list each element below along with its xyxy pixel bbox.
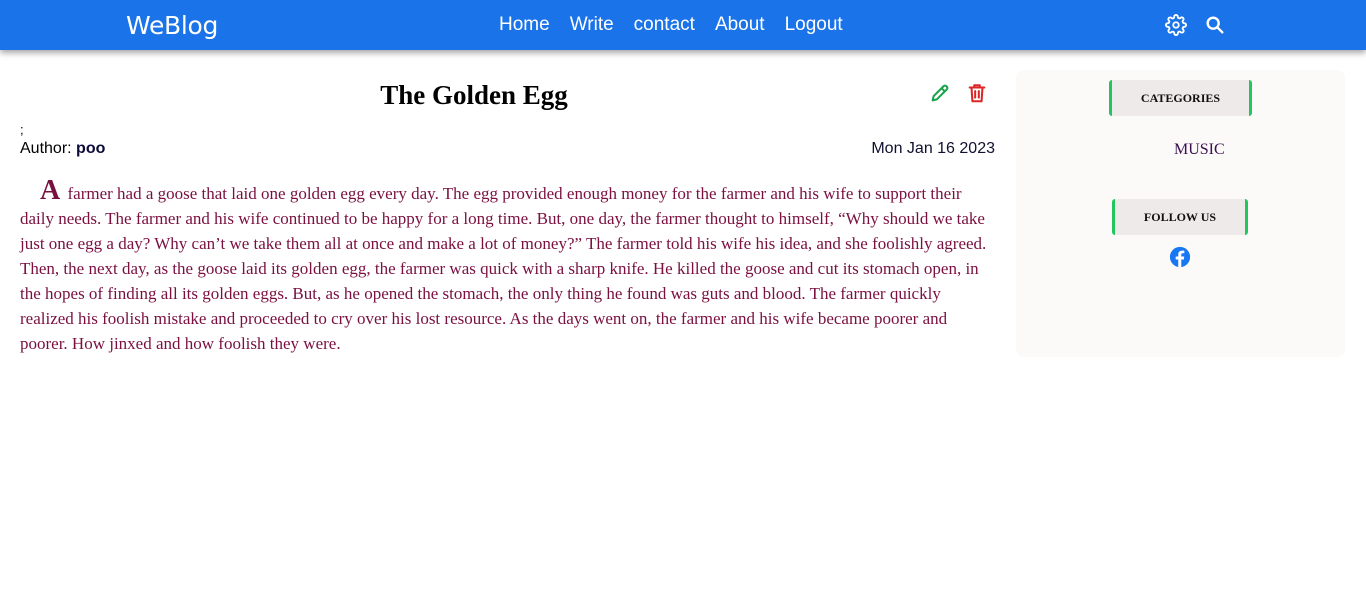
post-body: A farmer had a goose that laid one golde… [20, 175, 995, 356]
drop-cap-letter: A [40, 175, 61, 206]
search-icon[interactable] [1204, 14, 1226, 36]
post-body-text: farmer had a goose that laid one golden … [20, 184, 987, 353]
edit-icon[interactable] [929, 82, 951, 104]
brand-logo[interactable]: WeBlog [126, 11, 218, 40]
nav-home-link[interactable]: Home [499, 14, 550, 36]
nav-about-link[interactable]: About [715, 14, 765, 36]
sidebar: CATEGORIES MUSIC FOLLOW US [1016, 70, 1345, 357]
nav-write-link[interactable]: Write [570, 14, 614, 36]
category-item-music[interactable]: MUSIC [1174, 141, 1225, 159]
follow-us-heading: FOLLOW US [1112, 199, 1248, 235]
delete-icon[interactable] [966, 82, 988, 104]
nav-logout-link[interactable]: Logout [785, 14, 843, 36]
post-actions [929, 82, 988, 104]
categories-heading: CATEGORIES [1109, 80, 1252, 116]
nav-contact-link[interactable]: contact [634, 14, 695, 36]
facebook-icon[interactable] [1169, 246, 1191, 268]
main-nav: Home Write contact About Logout [499, 14, 843, 36]
settings-icon[interactable] [1165, 14, 1187, 36]
post-date: Mon Jan 16 2023 [871, 140, 995, 157]
author-name-link[interactable]: poo [76, 140, 105, 157]
post-title: The Golden Egg [380, 80, 568, 110]
author-label: Author: [20, 140, 72, 157]
author-line: Author: poo [20, 140, 105, 158]
stray-semicolon: ; [20, 122, 24, 137]
top-navbar: WeBlog Home Write contact About Logout [0, 0, 1366, 50]
